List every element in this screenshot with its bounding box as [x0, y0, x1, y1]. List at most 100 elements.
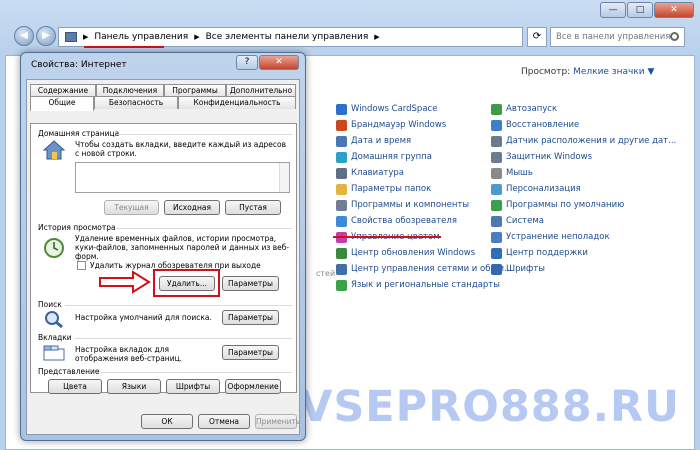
control-panel-item-icon: [491, 263, 502, 275]
tab-row-bottom: Общие Безопасность Конфиденциальность: [30, 96, 296, 111]
home-section-title: Домашняя страница: [38, 129, 120, 138]
control-panel-item[interactable]: Свойства обозревателя: [336, 213, 512, 229]
control-panel-item[interactable]: Домашняя группа: [336, 149, 512, 165]
house-icon: [43, 140, 65, 160]
control-panel-item[interactable]: Программы по умолчанию: [491, 197, 676, 213]
home-description: Чтобы создать вкладки, введите каждый из…: [75, 140, 287, 158]
control-panel-item-label: Свойства обозревателя: [351, 216, 457, 226]
divider: [75, 338, 292, 339]
view-value[interactable]: Мелкие значки: [573, 67, 645, 77]
tabs-settings-button[interactable]: Параметры: [222, 345, 279, 360]
control-panel-item[interactable]: Мышь: [491, 165, 676, 181]
control-panel-item-label: Дата и время: [351, 136, 412, 146]
breadcrumb-all-items[interactable]: Все элементы панели управления: [206, 32, 369, 42]
minimize-button[interactable]: —: [600, 2, 626, 18]
control-panel-item-label: Персонализация: [506, 184, 581, 194]
control-panel-item[interactable]: Шрифты: [491, 261, 676, 277]
search-placeholder: Все в панели управления: [556, 32, 671, 42]
control-panel-item-icon: [336, 263, 347, 275]
control-panel-item[interactable]: Персонализация: [491, 181, 676, 197]
tabs-icon: [43, 345, 65, 361]
control-panel-item-icon: [491, 215, 502, 227]
control-panel-item-label: Язык и региональные стандарты: [351, 280, 500, 290]
control-panel-item-icon: [336, 199, 347, 211]
control-panel-item[interactable]: Брандмауэр Windows: [336, 117, 512, 133]
control-panel-item[interactable]: Клавиатура: [336, 165, 512, 181]
address-bar[interactable]: ▶ Панель управления ▶ Все элементы панел…: [58, 27, 523, 47]
search-magnifier-icon: [45, 311, 63, 328]
control-panel-item-icon: [336, 103, 347, 115]
control-panel-item[interactable]: Датчик расположения и другие дат...: [491, 133, 676, 149]
control-panel-item[interactable]: Центр управления сетями и общи...: [336, 261, 512, 277]
control-panel-item-label: Программы и компоненты: [351, 200, 470, 210]
chevron-down-icon: ▼: [647, 67, 655, 77]
control-panel-item-icon: [336, 215, 347, 227]
control-panel-item-label: Домашняя группа: [351, 152, 432, 162]
breadcrumb-control-panel[interactable]: Панель управления: [94, 32, 188, 42]
forward-button[interactable]: ▶: [36, 26, 56, 46]
history-section-title: История просмотра: [38, 223, 116, 232]
control-panel-item[interactable]: Центр обновления Windows: [336, 245, 512, 261]
nav-buttons: ◀ ▶: [14, 26, 58, 46]
control-panel-item-label: Windows CardSpace: [351, 104, 438, 114]
control-panel-item-icon: [336, 167, 347, 179]
control-panel-item[interactable]: Параметры папок: [336, 181, 512, 197]
accessibility-button[interactable]: Оформление: [225, 379, 281, 394]
tabs-description: Настройка вкладок для отображения веб-ст…: [75, 345, 183, 363]
control-panel-item[interactable]: Автозапуск: [491, 101, 676, 117]
control-panel-item-label: Защитник Windows: [506, 152, 593, 162]
back-button[interactable]: ◀: [14, 26, 34, 46]
control-panel-item-label: Устранение неполадок: [506, 232, 610, 242]
control-panel-item[interactable]: Устранение неполадок: [491, 229, 676, 245]
control-panel-item-label: Параметры папок: [351, 184, 432, 194]
dialog-close-button[interactable]: ✕: [259, 55, 299, 70]
tab-security[interactable]: Безопасность: [94, 96, 178, 109]
fonts-button[interactable]: Шрифты: [166, 379, 220, 394]
control-panel-item[interactable]: Восстановление: [491, 117, 676, 133]
control-panel-item-icon: [336, 119, 347, 131]
colors-button[interactable]: Цвета: [48, 379, 102, 394]
control-panel-item[interactable]: Центр поддержки: [491, 245, 676, 261]
divider: [116, 134, 292, 135]
close-button[interactable]: ✕: [654, 2, 694, 18]
apply-button[interactable]: Применить: [255, 414, 300, 429]
use-blank-button[interactable]: Пустая: [225, 200, 281, 215]
home-page-textarea[interactable]: [75, 162, 290, 193]
view-selector[interactable]: Просмотр: Мелкие значки ▼: [521, 67, 654, 77]
control-panel-item[interactable]: Windows CardSpace: [336, 101, 512, 117]
languages-button[interactable]: Языки: [107, 379, 161, 394]
control-panel-item-icon: [336, 247, 347, 259]
control-panel-item-label: Восстановление: [506, 120, 580, 130]
control-panel-icon: [65, 32, 77, 42]
tab-privacy[interactable]: Конфиденциальность: [178, 96, 296, 109]
use-default-button[interactable]: Исходная: [164, 200, 220, 215]
control-panel-item-label: Программы по умолчанию: [506, 200, 625, 210]
ok-button[interactable]: ОК: [141, 414, 193, 429]
search-settings-button[interactable]: Параметры: [222, 310, 279, 325]
tab-general[interactable]: Общие: [30, 96, 94, 111]
history-settings-button[interactable]: Параметры: [222, 276, 279, 291]
use-current-button[interactable]: Текущая: [104, 200, 159, 215]
control-panel-item-icon: [336, 151, 347, 163]
control-panel-item[interactable]: Язык и региональные стандарты: [336, 277, 512, 293]
maximize-button[interactable]: □: [627, 2, 653, 18]
delete-on-exit-checkbox[interactable]: [77, 261, 86, 270]
control-panel-item-icon: [336, 279, 347, 291]
control-panel-item[interactable]: Программы и компоненты: [336, 197, 512, 213]
items-column-2: Автозапуск Восстановление Датчик расположе…: [491, 101, 676, 277]
textarea-scrollbar[interactable]: [279, 163, 289, 192]
help-button[interactable]: ?: [236, 55, 258, 70]
control-panel-item-label: Мышь: [506, 168, 533, 178]
control-panel-item-icon: [491, 151, 502, 163]
control-panel-item-icon: [491, 103, 502, 115]
control-panel-item-icon: [491, 247, 502, 259]
control-panel-item[interactable]: Защитник Windows: [491, 149, 676, 165]
cancel-button[interactable]: Отмена: [198, 414, 250, 429]
chevron-right-icon: ▶: [194, 33, 200, 41]
control-panel-item[interactable]: Система: [491, 213, 676, 229]
appearance-section-title: Представление: [38, 367, 100, 376]
refresh-button[interactable]: ⟳: [527, 27, 547, 47]
red-underline: [84, 46, 164, 48]
control-panel-item[interactable]: Дата и время: [336, 133, 512, 149]
search-input[interactable]: Все в панели управления: [550, 27, 685, 47]
